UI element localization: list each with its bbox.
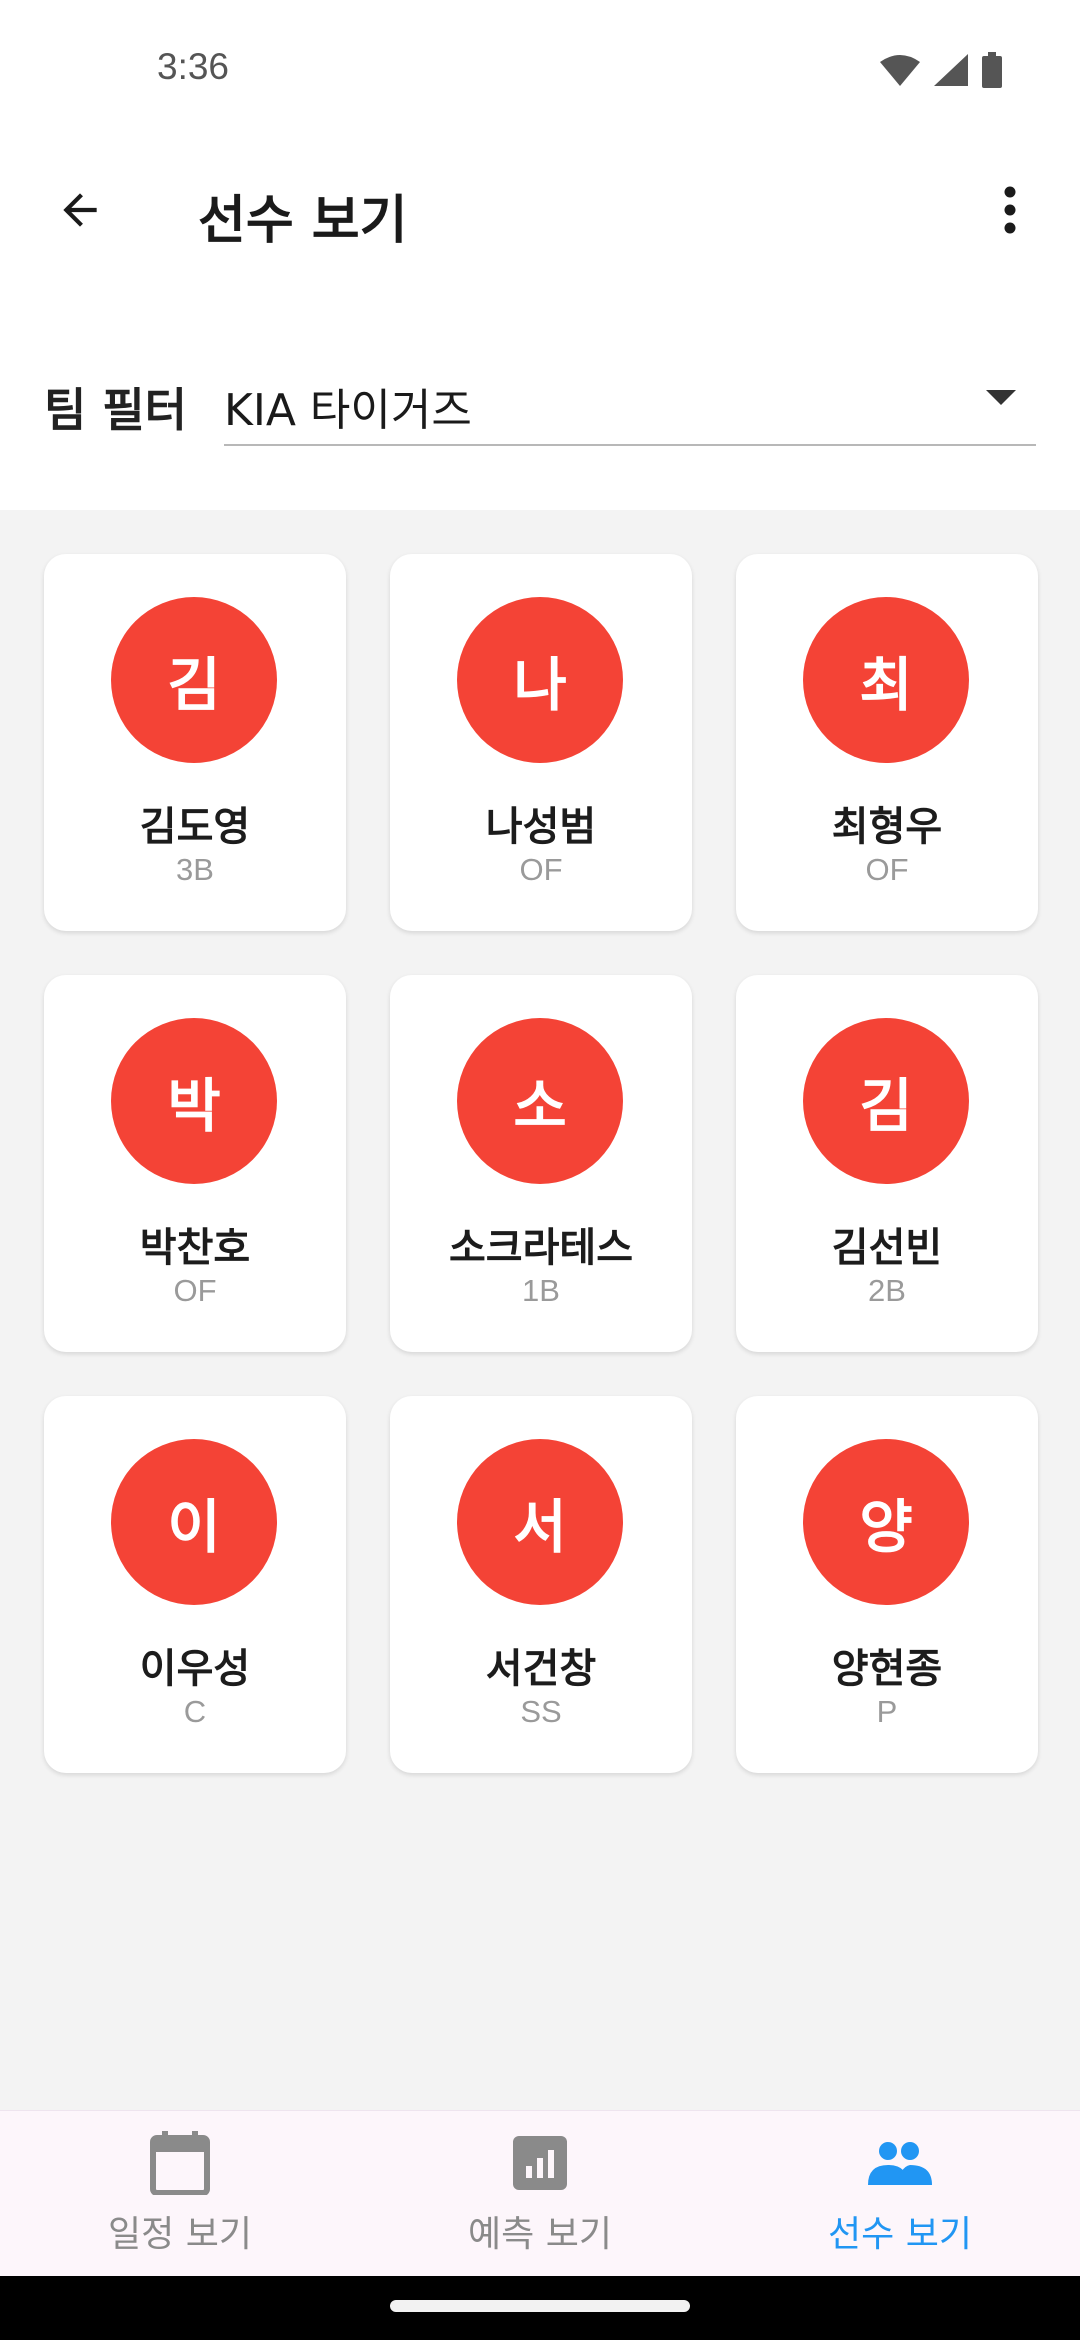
player-name: 이우성	[139, 1646, 251, 1692]
avatar: 소	[457, 1018, 623, 1184]
player-position: P	[876, 1694, 898, 1729]
team-filter-row: 팀 필터 KIA 타이거즈	[0, 290, 1080, 510]
player-grid: 김 김도영 3B 나 나성범 OF 최 최형우 OF 박 박찬호 OF 소 소크…	[44, 554, 1038, 1773]
status-bar: 3:36	[0, 0, 1080, 140]
avatar-initial: 최	[859, 651, 913, 719]
avatar: 최	[803, 597, 969, 763]
nav-item-schedule[interactable]: 일정 보기	[0, 2111, 360, 2276]
avatar-initial: 나	[513, 651, 567, 719]
battery-icon	[982, 52, 1002, 88]
player-name: 최형우	[831, 804, 943, 850]
more-options-button[interactable]	[980, 170, 1040, 250]
nav-item-players[interactable]: 선수 보기	[720, 2111, 1080, 2276]
avatar-initial: 김	[167, 651, 221, 719]
more-vert-icon	[1004, 186, 1016, 234]
player-card[interactable]: 양 양현종 P	[736, 1396, 1038, 1773]
player-card[interactable]: 나 나성범 OF	[390, 554, 692, 931]
avatar: 김	[111, 597, 277, 763]
team-filter-dropdown[interactable]: KIA 타이거즈	[224, 350, 1036, 446]
gesture-bar	[0, 2276, 1080, 2340]
home-gesture-handle[interactable]	[390, 2300, 690, 2312]
player-position: 2B	[868, 1273, 906, 1308]
player-position: 3B	[176, 852, 214, 887]
page-title: 선수 보기	[198, 191, 408, 251]
player-name: 김선빈	[831, 1225, 943, 1271]
player-position: OF	[865, 852, 909, 887]
arrow-back-icon	[63, 193, 97, 227]
avatar: 양	[803, 1439, 969, 1605]
player-position: OF	[519, 852, 563, 887]
avatar: 김	[803, 1018, 969, 1184]
player-position: 1B	[522, 1273, 560, 1308]
player-card[interactable]: 박 박찬호 OF	[44, 975, 346, 1352]
player-position: C	[183, 1694, 207, 1729]
avatar-initial: 이	[167, 1493, 221, 1561]
player-card[interactable]: 최 최형우 OF	[736, 554, 1038, 931]
nav-label-players: 선수 보기	[828, 2214, 972, 2255]
calendar-icon	[148, 2131, 212, 2195]
avatar: 나	[457, 597, 623, 763]
player-grid-area: 김 김도영 3B 나 나성범 OF 최 최형우 OF 박 박찬호 OF 소 소크…	[0, 510, 1080, 2110]
avatar-initial: 소	[513, 1072, 567, 1140]
dropdown-arrow-icon	[986, 390, 1016, 405]
player-card[interactable]: 김 김도영 3B	[44, 554, 346, 931]
avatar-initial: 서	[513, 1493, 567, 1561]
bottom-navigation: 일정 보기 예측 보기 선수 보기	[0, 2110, 1080, 2276]
avatar: 박	[111, 1018, 277, 1184]
status-time: 3:36	[157, 46, 230, 87]
player-position: OF	[173, 1273, 217, 1308]
avatar: 서	[457, 1439, 623, 1605]
player-card[interactable]: 이 이우성 C	[44, 1396, 346, 1773]
avatar-initial: 양	[859, 1493, 913, 1561]
player-name: 김도영	[139, 804, 251, 850]
status-icons	[880, 52, 1002, 88]
player-card[interactable]: 소 소크라테스 1B	[390, 975, 692, 1352]
back-button[interactable]	[40, 170, 120, 250]
player-name: 소크라테스	[449, 1225, 633, 1271]
chart-icon	[508, 2131, 572, 2195]
player-name: 양현종	[831, 1646, 943, 1692]
player-card[interactable]: 서 서건창 SS	[390, 1396, 692, 1773]
wifi-icon	[880, 55, 920, 86]
player-name: 서건창	[485, 1646, 597, 1692]
filter-selected-value: KIA 타이거즈	[224, 385, 472, 436]
player-position: SS	[520, 1694, 562, 1729]
filter-label: 팀 필터	[44, 383, 187, 437]
nav-item-prediction[interactable]: 예측 보기	[360, 2111, 720, 2276]
player-card[interactable]: 김 김선빈 2B	[736, 975, 1038, 1352]
top-app-bar: 선수 보기	[0, 140, 1080, 290]
player-name: 나성범	[485, 804, 597, 850]
signal-icon	[934, 54, 968, 86]
nav-label-prediction: 예측 보기	[468, 2214, 612, 2255]
player-name: 박찬호	[139, 1225, 251, 1271]
avatar: 이	[111, 1439, 277, 1605]
people-icon	[868, 2131, 932, 2195]
avatar-initial: 박	[167, 1072, 221, 1140]
nav-label-schedule: 일정 보기	[108, 2214, 252, 2255]
avatar-initial: 김	[859, 1072, 913, 1140]
